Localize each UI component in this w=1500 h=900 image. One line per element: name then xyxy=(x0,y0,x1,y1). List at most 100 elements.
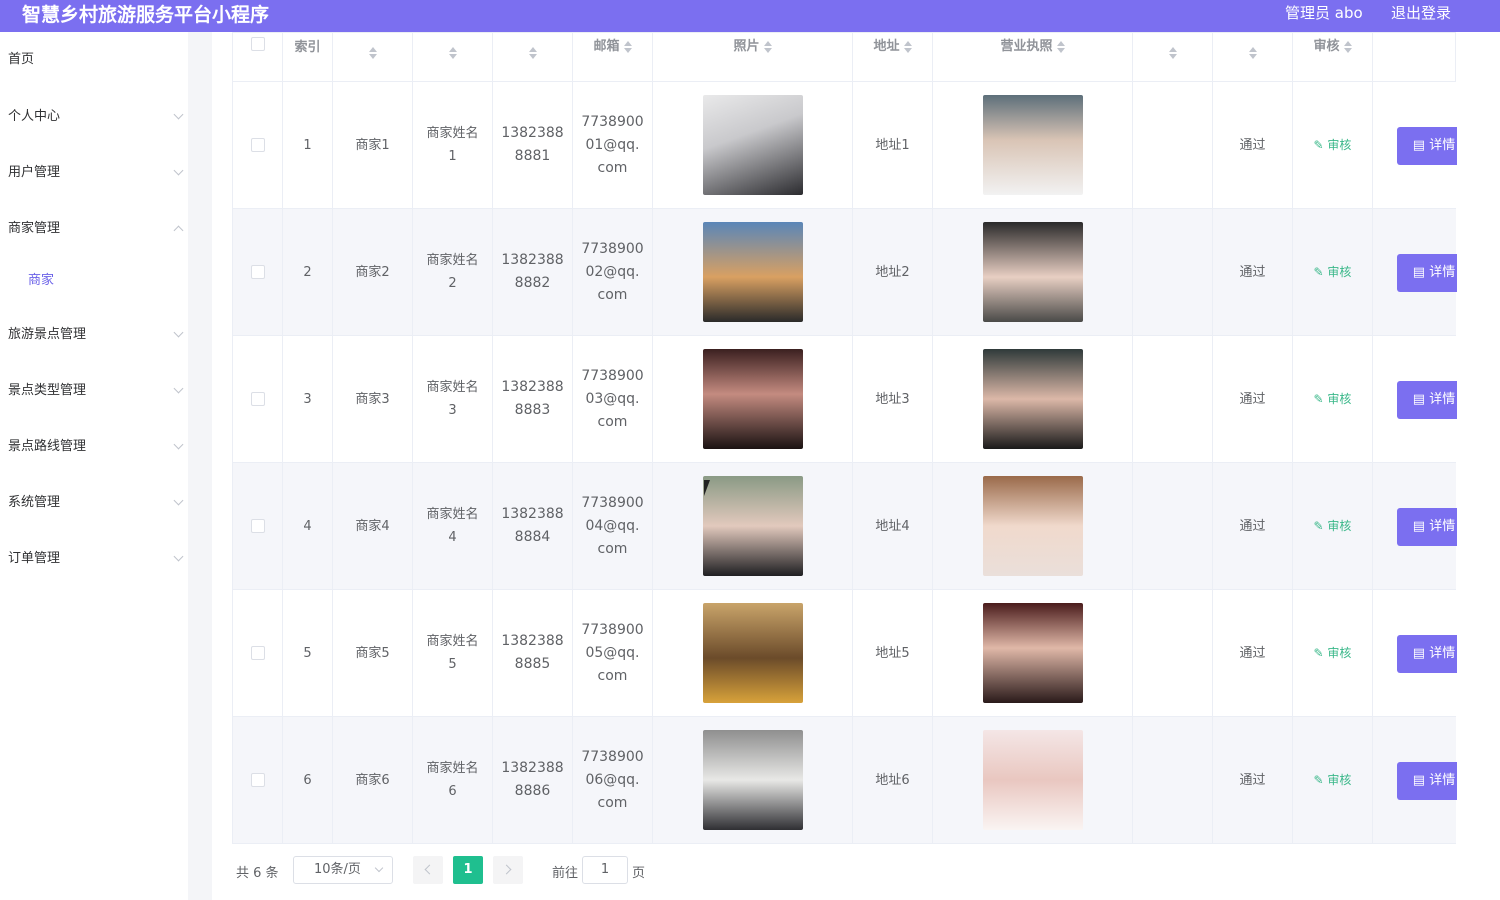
sidebar-item-routes[interactable]: 景点路线管理 xyxy=(0,427,188,467)
audit-cell: ✎ 审核 xyxy=(1293,590,1373,716)
license-photo[interactable] xyxy=(982,349,1083,449)
row-checkbox[interactable] xyxy=(250,646,265,660)
row-checkbox[interactable] xyxy=(250,138,265,152)
sidebar-item-label: 用户管理 xyxy=(8,165,61,180)
goto-suffix: 页 xyxy=(632,866,646,881)
merchant-photo[interactable] xyxy=(702,95,803,195)
header-status[interactable] xyxy=(1213,33,1293,83)
merchant-photo[interactable] xyxy=(702,603,803,703)
detail-button[interactable]: ▤ 详情 xyxy=(1397,635,1457,673)
table-row: 6 商家6 商家姓名 6 1382388 8886 7738900 06@qq. com… xyxy=(232,717,1457,844)
header-index[interactable]: 索引 xyxy=(283,33,333,83)
header-index-label: 索引 xyxy=(294,40,321,55)
license-photo[interactable] xyxy=(982,222,1083,322)
sidebar-item-label: 旅游景点管理 xyxy=(8,327,87,342)
header-photo[interactable]: 照片 xyxy=(653,33,853,83)
merchant-photo[interactable] xyxy=(702,349,803,449)
index-cell: 3 xyxy=(283,336,333,462)
sidebar-item-orders[interactable]: 订单管理 xyxy=(0,539,188,579)
name-cell: 商家5 xyxy=(333,590,413,716)
license-photo[interactable] xyxy=(982,95,1083,195)
email-value: 7738900 01@qq. com xyxy=(581,113,644,176)
header-merchant-name[interactable] xyxy=(333,33,413,83)
name-cell: 商家6 xyxy=(333,717,413,843)
detail-button[interactable]: ▤ 详情 xyxy=(1397,508,1457,546)
detail-label: 详情 xyxy=(1429,138,1456,153)
select-all-checkbox[interactable] xyxy=(251,37,265,51)
header-address-label: 地址 xyxy=(873,39,900,54)
header-phone[interactable] xyxy=(493,33,573,83)
audit-link[interactable]: ✎ 审核 xyxy=(1314,134,1352,157)
empty-cell xyxy=(1133,590,1213,716)
sort-icon xyxy=(1168,47,1177,59)
merchant-photo[interactable] xyxy=(702,730,803,830)
row-select-cell xyxy=(233,717,283,843)
photo-cell xyxy=(653,590,853,716)
header-col-9[interactable] xyxy=(1133,33,1213,83)
detail-button[interactable]: ▤ 详情 xyxy=(1397,254,1457,292)
row-checkbox[interactable] xyxy=(250,519,265,533)
next-page-button[interactable] xyxy=(493,856,523,884)
sidebar-item-home[interactable]: 首页 xyxy=(0,40,188,80)
header-address[interactable]: 地址 xyxy=(853,33,933,83)
status-cell: 通过 xyxy=(1213,209,1293,335)
audit-link[interactable]: ✎ 审核 xyxy=(1314,769,1352,792)
audit-link[interactable]: ✎ 审核 xyxy=(1314,388,1352,411)
status-cell: 通过 xyxy=(1213,336,1293,462)
email-value: 7738900 05@qq. com xyxy=(581,621,644,684)
goto-page-input[interactable]: 1 xyxy=(582,856,628,884)
phone-cell: 1382388 8882 xyxy=(493,209,573,335)
sidebar-item-system[interactable]: 系统管理 xyxy=(0,483,188,523)
sidebar-item-attractions[interactable]: 旅游景点管理 xyxy=(0,315,188,355)
license-photo[interactable] xyxy=(982,603,1083,703)
index-cell: 5 xyxy=(283,590,333,716)
table-row: 5 商家5 商家姓名 5 1382388 8885 7738900 05@qq. com… xyxy=(232,590,1457,717)
detail-button[interactable]: ▤ 详情 xyxy=(1397,127,1457,165)
chevron-left-icon xyxy=(424,864,435,875)
sort-icon xyxy=(1343,40,1352,53)
sidebar-item-users[interactable]: 用户管理 xyxy=(0,153,188,193)
owner-cell: 商家姓名 6 xyxy=(413,717,493,843)
merchant-photo[interactable] xyxy=(702,476,803,576)
table-row: 1 商家1 商家姓名 1 1382388 8881 7738900 01@qq. com… xyxy=(232,82,1457,209)
header-owner-name[interactable] xyxy=(413,33,493,83)
header-email[interactable]: 邮箱 xyxy=(573,33,653,83)
actions-cell: ▤ 详情 xyxy=(1373,717,1457,843)
license-photo[interactable] xyxy=(982,476,1083,576)
header-audit[interactable]: 审核 xyxy=(1293,33,1373,83)
detail-label: 详情 xyxy=(1429,519,1456,534)
audit-link[interactable]: ✎ 审核 xyxy=(1314,261,1352,284)
row-checkbox[interactable] xyxy=(250,392,265,406)
document-icon: ▤ xyxy=(1412,138,1430,153)
address-value: 地址1 xyxy=(875,137,910,153)
merchant-photo[interactable] xyxy=(702,222,803,322)
detail-button[interactable]: ▤ 详情 xyxy=(1397,762,1457,800)
sidebar-subitem-merchant[interactable]: 商家 xyxy=(0,261,188,301)
name-value: 商家2 xyxy=(355,264,390,280)
detail-button[interactable]: ▤ 详情 xyxy=(1397,381,1457,419)
index-value: 6 xyxy=(303,772,312,788)
row-checkbox[interactable] xyxy=(250,773,265,787)
sidebar-item-attraction-types[interactable]: 景点类型管理 xyxy=(0,371,188,411)
prev-page-button[interactable] xyxy=(413,856,443,884)
sidebar-item-merchants[interactable]: 商家管理 xyxy=(0,209,188,249)
header-select xyxy=(233,33,283,83)
page-number-1[interactable]: 1 xyxy=(453,856,483,884)
header-license[interactable]: 营业执照 xyxy=(933,33,1133,83)
name-cell: 商家4 xyxy=(333,463,413,589)
document-icon: ▤ xyxy=(1412,392,1430,407)
address-cell: 地址2 xyxy=(853,209,933,335)
owner-value: 商家姓名 6 xyxy=(426,761,479,799)
sidebar-item-profile[interactable]: 个人中心 xyxy=(0,97,188,137)
logout-link[interactable]: 退出登录 xyxy=(1391,3,1451,23)
page-size-select[interactable]: 10条/页 xyxy=(293,856,393,884)
header-photo-label: 照片 xyxy=(733,39,760,54)
sidebar-item-label: 首页 xyxy=(8,52,35,67)
license-photo[interactable] xyxy=(982,730,1083,830)
audit-link[interactable]: ✎ 审核 xyxy=(1314,515,1352,538)
audit-link[interactable]: ✎ 审核 xyxy=(1314,642,1352,665)
document-icon: ▤ xyxy=(1412,773,1430,788)
sort-icon xyxy=(368,47,377,59)
row-checkbox[interactable] xyxy=(250,265,265,279)
phone-cell: 1382388 8884 xyxy=(493,463,573,589)
